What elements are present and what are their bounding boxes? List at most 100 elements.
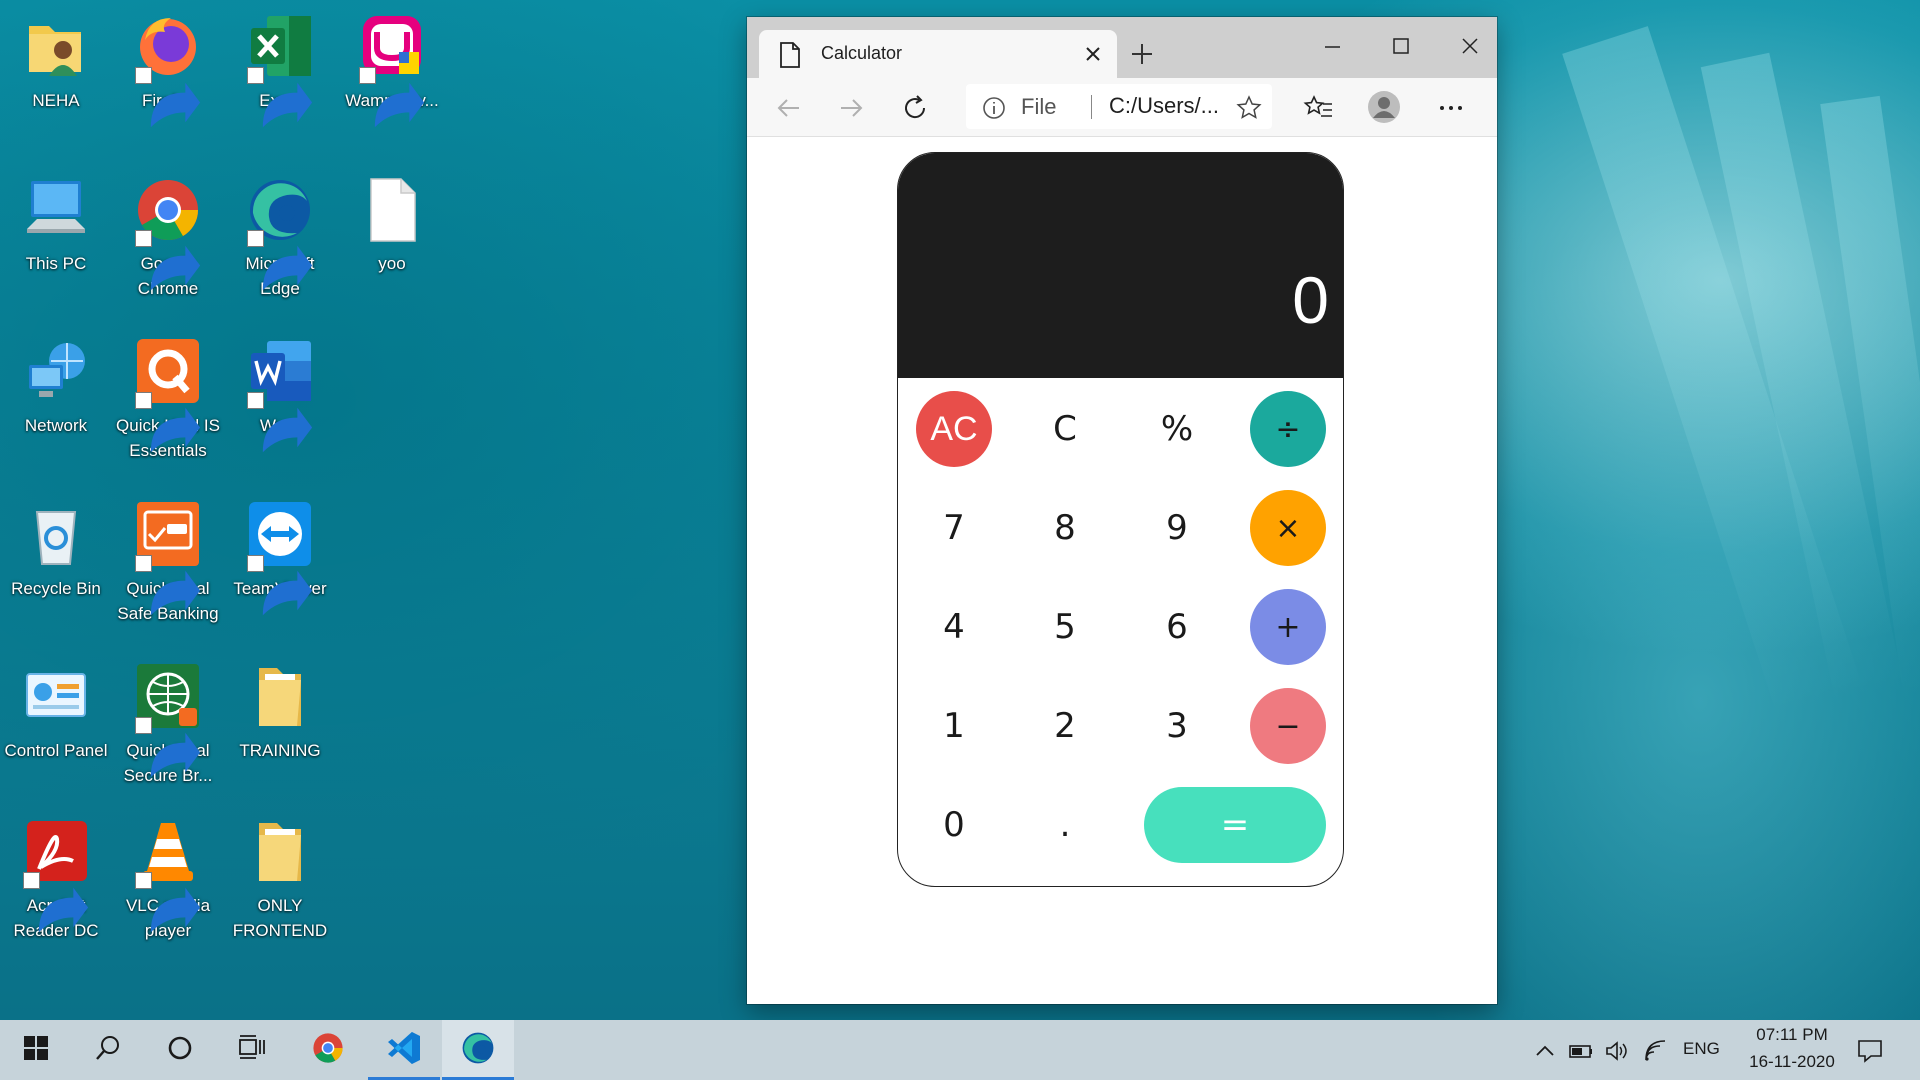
digit-8-button[interactable]: 8 [1027,490,1103,566]
desktop-icon-vlc[interactable]: VLC media player [112,815,224,943]
desktop-icon-wampserver[interactable]: Wampserv... [336,10,448,128]
edge-icon [243,173,317,291]
desktop-icon-control-panel[interactable]: Control Panel [0,660,112,763]
digit-2-button[interactable]: 2 [1027,688,1103,764]
shortcut-arrow-icon [135,67,201,128]
browser-toolbar: File C:/Users/... [747,78,1497,137]
browser-window: Calculator File C:/Users/... 0 AC C % ÷ … [747,17,1497,1004]
digit-0-button[interactable]: 0 [916,787,992,863]
desktop: NEHA This PC Network Recycle Bin Control… [0,0,1920,1080]
desktop-icon-microsoft-edge[interactable]: Microsoft Edge [224,173,336,301]
teamviewer-icon [243,498,317,616]
chrome-icon [310,1030,346,1071]
shortcut-arrow-icon [247,67,313,128]
calculator: 0 AC C % ÷ 7 8 9 × 4 5 6 + 1 2 3 − 0 . = [897,152,1344,887]
all-clear-button[interactable]: AC [916,391,992,467]
task-view-button[interactable] [216,1020,288,1080]
desktop-icon-acrobat-reader[interactable]: Acrobat Reader DC [0,815,112,943]
desktop-icon-teamviewer[interactable]: TeamViewer [224,498,336,616]
taskbar-vscode[interactable] [368,1020,440,1080]
profile-avatar-icon[interactable] [1367,90,1400,123]
digit-5-button[interactable]: 5 [1027,589,1103,665]
favorite-star-icon[interactable] [1236,95,1262,126]
desktop-icon-only-frontend[interactable]: ONLY FRONTEND [224,815,336,943]
show-hidden-icons-chevron-icon[interactable] [1532,1038,1558,1064]
desktop-icon-firefox[interactable]: Firefox [112,10,224,128]
digit-9-button[interactable]: 9 [1139,490,1215,566]
search-button[interactable] [72,1020,144,1080]
desktop-icon-training[interactable]: TRAINING [224,660,336,763]
info-icon[interactable] [982,96,1006,125]
battery-icon[interactable] [1568,1038,1594,1064]
minimize-icon[interactable] [1317,31,1347,61]
folder-icon [243,660,317,734]
divide-button[interactable]: ÷ [1250,391,1326,467]
multiply-button[interactable]: × [1250,490,1326,566]
task-view-icon [237,1034,267,1067]
subtract-button[interactable]: − [1250,688,1326,764]
favorites-icon[interactable] [1303,92,1335,124]
equals-button[interactable]: = [1144,787,1326,863]
desktop-icon-quick-heal-is[interactable]: Quick Heal IS Essentials [112,335,224,463]
language-indicator[interactable]: ENG [1683,1039,1720,1059]
shortcut-arrow-icon [359,67,425,128]
digit-4-button[interactable]: 4 [916,589,992,665]
desktop-icon-network[interactable]: Network [0,335,112,438]
digit-6-button[interactable]: 6 [1139,589,1215,665]
close-window-icon[interactable] [1455,31,1485,61]
more-options-icon[interactable] [1435,92,1467,124]
clear-button[interactable]: C [1027,391,1103,467]
cortana-button[interactable] [144,1020,216,1080]
desktop-icon-label: Network [24,416,88,435]
desktop-icon-quick-heal-safe-banking[interactable]: Quick Heal Safe Banking [112,498,224,626]
computer-icon [19,173,93,247]
digit-7-button[interactable]: 7 [916,490,992,566]
address-divider [1091,95,1092,119]
wifi-icon[interactable] [1642,1038,1668,1064]
back-arrow-icon[interactable] [773,92,805,124]
desktop-icon-word[interactable]: Word [224,335,336,453]
shortcut-arrow-icon [247,230,313,291]
tab-calculator[interactable]: Calculator [759,30,1117,78]
desktop-icon-quick-heal-secure-browser[interactable]: Quick Heal Secure Br... [112,660,224,788]
word-icon [243,335,317,453]
firefox-icon [131,10,205,128]
add-button[interactable]: + [1250,589,1326,665]
desktop-icon-neha[interactable]: NEHA [0,10,112,113]
address-bar[interactable]: File C:/Users/... [966,84,1272,129]
quick-heal-icon [131,335,205,453]
notifications-icon[interactable] [1856,1037,1882,1063]
chrome-icon [131,173,205,291]
desktop-icon-label: NEHA [32,91,80,110]
desktop-icon-google-chrome[interactable]: Google Chrome [112,173,224,301]
new-tab-icon[interactable] [1127,39,1157,69]
volume-icon[interactable] [1604,1038,1630,1064]
desktop-icon-label: yoo [378,254,406,273]
clock-time[interactable]: 07:11 PM [1742,1025,1842,1045]
close-tab-icon[interactable] [1083,44,1103,64]
taskbar-edge[interactable] [442,1020,514,1080]
taskbar-chrome[interactable] [292,1020,364,1080]
digit-1-button[interactable]: 1 [916,688,992,764]
desktop-icon-excel[interactable]: Excel [224,10,336,128]
start-button[interactable] [0,1020,72,1080]
percent-button[interactable]: % [1139,391,1215,467]
forward-arrow-icon[interactable] [835,92,867,124]
url-text: C:/Users/... [1109,93,1220,118]
maximize-icon[interactable] [1386,31,1416,61]
desktop-icon-label: Control Panel [4,741,108,760]
clock-date[interactable]: 16-11-2020 [1737,1052,1847,1072]
start-icon [23,1035,49,1066]
desktop-icon-this-pc[interactable]: This PC [0,173,112,276]
text-file-icon [355,173,429,247]
decimal-point-button[interactable]: . [1027,787,1103,863]
shortcut-arrow-icon [135,872,201,933]
refresh-icon[interactable] [899,92,931,124]
page-viewport: 0 AC C % ÷ 7 8 9 × 4 5 6 + 1 2 3 − 0 . = [747,137,1497,1004]
title-bar[interactable]: Calculator [747,17,1497,78]
desktop-icon-yoo[interactable]: yoo [336,173,448,276]
desktop-icon-recycle-bin[interactable]: Recycle Bin [0,498,112,601]
search-icon [94,1034,122,1067]
shortcut-arrow-icon [135,392,201,453]
digit-3-button[interactable]: 3 [1139,688,1215,764]
